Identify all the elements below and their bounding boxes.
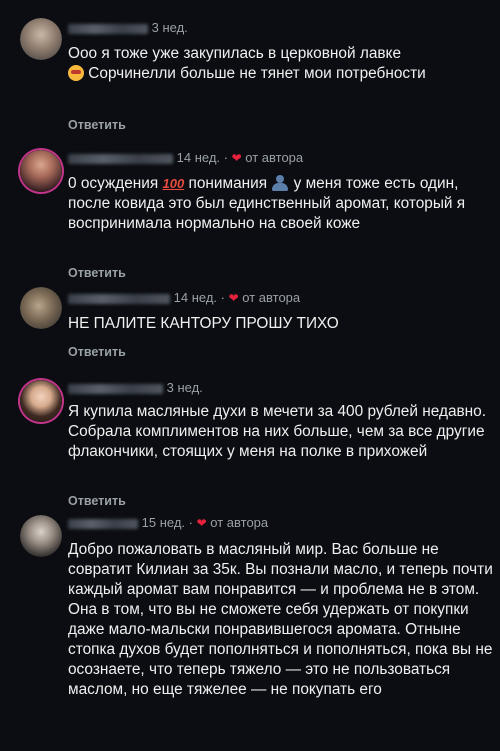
author-badge: от автора [242, 290, 301, 305]
comment-text: 0 осуждения 100 понимания у меня тоже ес… [68, 175, 466, 232]
avatar[interactable] [20, 515, 62, 557]
heart-icon: ❤ [228, 291, 239, 305]
reply-button[interactable]: Ответить [68, 266, 126, 280]
comment-time: 14 нед. [176, 150, 221, 165]
reply-button[interactable]: Ответить [68, 494, 126, 508]
avatar[interactable] [20, 380, 62, 422]
comment-meta: 14 нед. · ❤ от автора [68, 290, 300, 305]
username-blurred[interactable] [68, 293, 170, 304]
avatar[interactable] [20, 18, 62, 60]
comment-meta: 3 нед. [68, 380, 203, 395]
username-blurred[interactable] [68, 23, 148, 34]
people-icon [271, 175, 289, 191]
username-blurred[interactable] [68, 153, 173, 164]
comment-time: 14 нед. [173, 290, 218, 305]
hundred-icon: 100 [162, 176, 185, 191]
comment-text: НЕ ПАЛИТЕ КАНТОРУ ПРОШУ ТИХО [68, 315, 339, 332]
heart-icon: ❤ [231, 151, 242, 165]
emoji-icon [68, 65, 84, 81]
username-blurred[interactable] [68, 518, 138, 529]
heart-icon: ❤ [196, 516, 207, 530]
reply-button[interactable]: Ответить [68, 345, 126, 359]
author-badge: от автора [245, 150, 304, 165]
avatar[interactable] [20, 287, 62, 329]
reply-button[interactable]: Ответить [68, 118, 126, 132]
comment-meta: 3 нед. [68, 20, 188, 35]
comment-meta: 15 нед. · ❤ от автора [68, 515, 268, 530]
comment-text: Добро пожаловать в масляный мир. Вас бол… [68, 541, 493, 698]
avatar[interactable] [20, 150, 62, 192]
comment-time: 3 нед. [151, 20, 188, 35]
author-badge: от автора [210, 515, 269, 530]
username-blurred[interactable] [68, 383, 163, 394]
comment-text: Я купила масляные духи в мечети за 400 р… [68, 403, 487, 460]
comment-time: 3 нед. [166, 380, 203, 395]
comment-time: 15 нед. [141, 515, 186, 530]
comment-meta: 14 нед. · ❤ от автора [68, 150, 303, 165]
comment-text: Ооо я тоже уже закупилась в церковной ла… [68, 45, 426, 82]
